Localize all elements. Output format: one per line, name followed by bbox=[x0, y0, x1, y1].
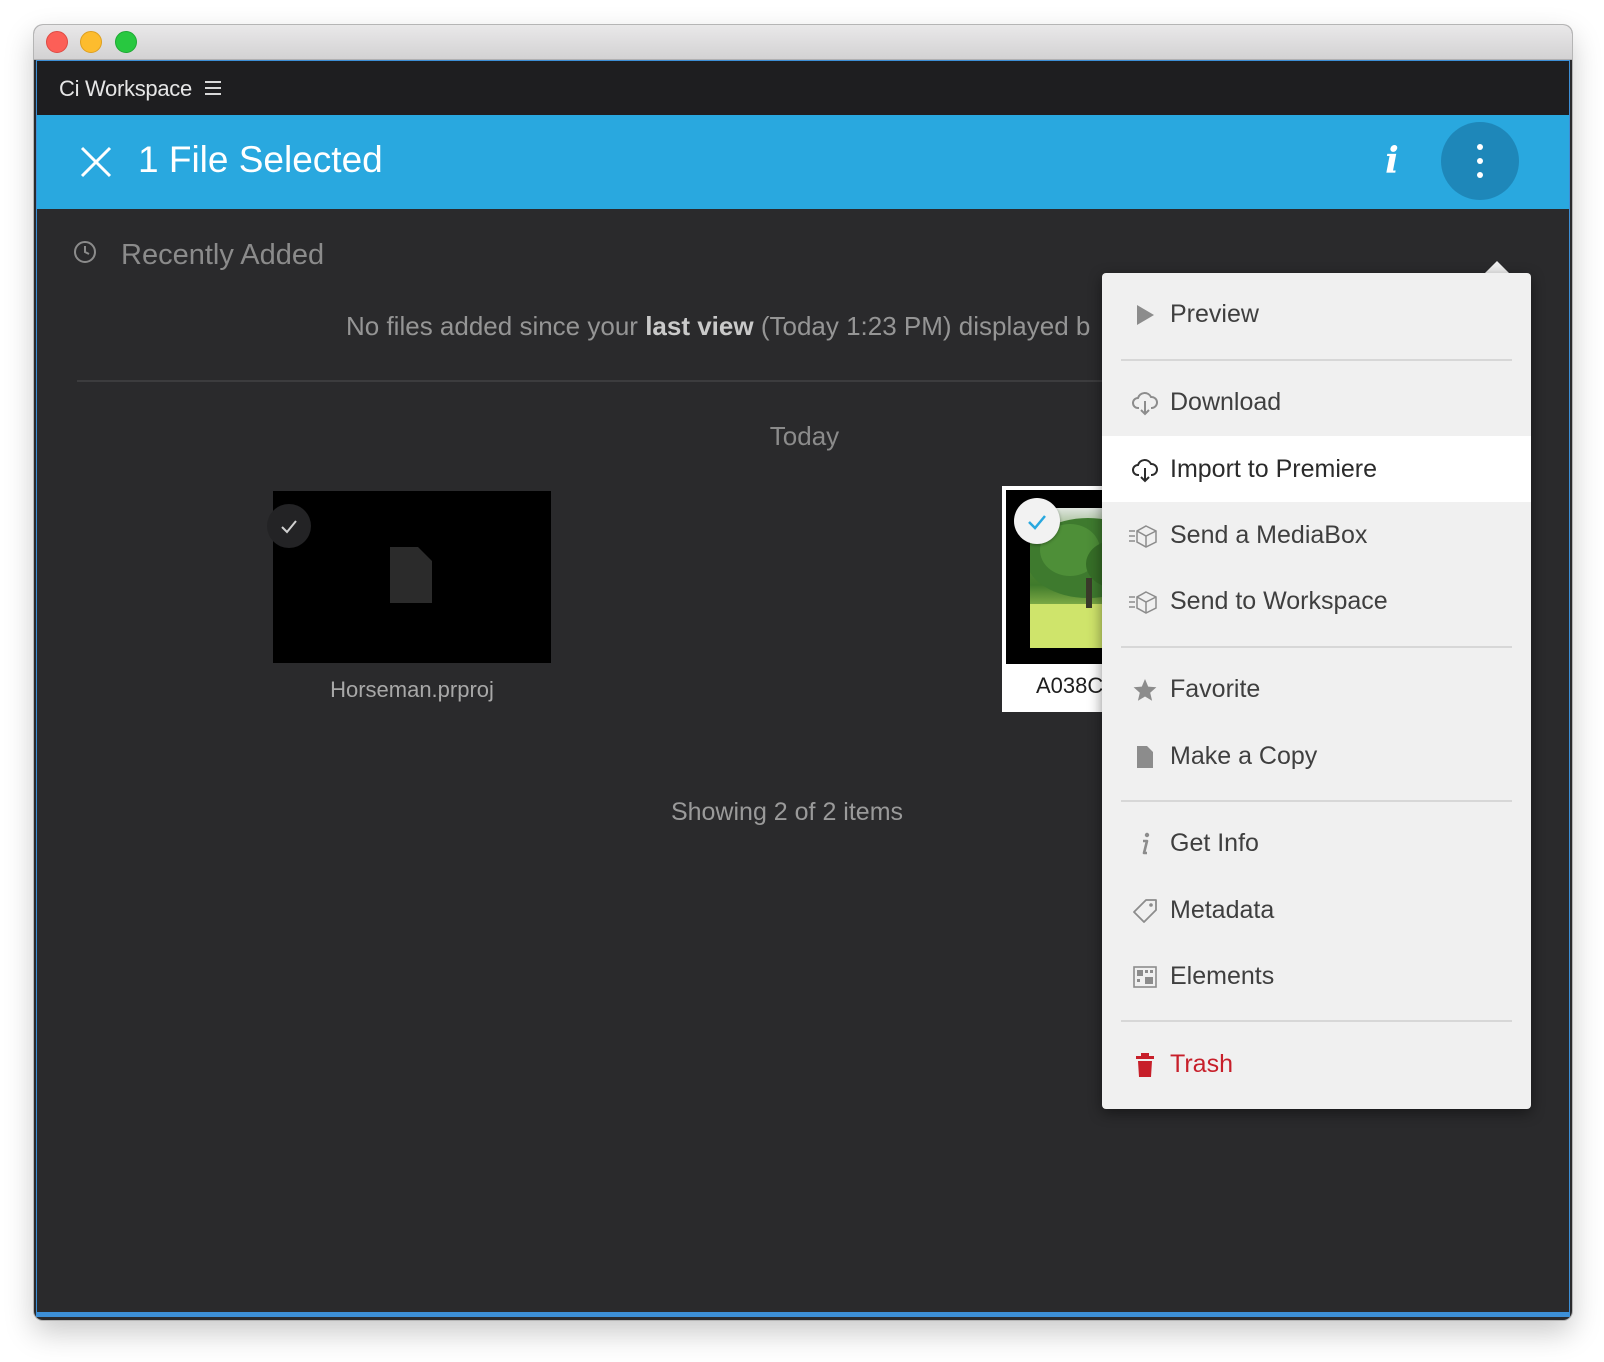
section-title: Recently Added bbox=[121, 239, 325, 271]
info-button[interactable]: i bbox=[1372, 137, 1412, 185]
star-icon bbox=[1133, 679, 1157, 701]
clock-icon bbox=[74, 241, 96, 263]
trash-icon bbox=[1136, 1053, 1154, 1077]
menu-item-send-mediabox[interactable]: Send a MediaBox bbox=[1102, 502, 1531, 568]
select-checkbox-checked[interactable] bbox=[1014, 498, 1060, 544]
check-icon bbox=[1028, 515, 1046, 530]
cloud-download-icon bbox=[1132, 459, 1158, 483]
menu-item-send-to-workspace[interactable]: Send to Workspace bbox=[1102, 568, 1531, 634]
menu-item-import-to-premiere[interactable]: Import to Premiere bbox=[1102, 436, 1531, 502]
menu-separator bbox=[1121, 646, 1512, 648]
file-icon bbox=[390, 547, 432, 603]
menu-pointer bbox=[1485, 261, 1509, 273]
menu-item-preview[interactable]: Preview bbox=[1102, 281, 1531, 347]
document-icon bbox=[1137, 746, 1153, 768]
menu-separator bbox=[1121, 1020, 1512, 1022]
menu-item-favorite[interactable]: Favorite bbox=[1102, 656, 1531, 722]
focus-border bbox=[37, 1312, 1569, 1316]
close-icon[interactable] bbox=[79, 145, 113, 179]
elements-grid-icon bbox=[1133, 966, 1157, 988]
cloud-download-icon bbox=[1132, 392, 1158, 416]
menu-item-metadata[interactable]: Metadata bbox=[1102, 877, 1531, 943]
no-files-message: No files added since your last view (Tod… bbox=[346, 311, 1091, 341]
window-maximize-button[interactable] bbox=[115, 31, 137, 53]
menu-separator bbox=[1121, 359, 1512, 361]
check-icon bbox=[281, 520, 297, 534]
menu-item-download[interactable]: Download bbox=[1102, 369, 1531, 435]
window-close-button[interactable] bbox=[46, 31, 68, 53]
file-name[interactable]: A038C bbox=[1036, 673, 1103, 699]
selection-bar: 1 File Selected i bbox=[37, 115, 1569, 209]
play-icon bbox=[1137, 305, 1154, 325]
app-title: Ci Workspace bbox=[59, 76, 192, 101]
selection-title: 1 File Selected bbox=[138, 139, 383, 180]
window-minimize-button[interactable] bbox=[80, 31, 102, 53]
group-label: Today bbox=[769, 421, 840, 451]
file-thumbnail[interactable] bbox=[273, 491, 551, 663]
file-name[interactable]: Horseman.prproj bbox=[273, 677, 551, 703]
info-icon bbox=[1142, 832, 1150, 855]
window-titlebar[interactable] bbox=[34, 25, 1572, 60]
item-count: Showing 2 of 2 items bbox=[670, 798, 904, 826]
menu-separator bbox=[1121, 800, 1512, 802]
app-header: Ci Workspace bbox=[37, 61, 1569, 115]
hamburger-menu-icon[interactable] bbox=[205, 81, 221, 95]
menu-item-trash[interactable]: Trash bbox=[1102, 1031, 1531, 1097]
tag-icon bbox=[1133, 899, 1157, 923]
app-content: Ci Workspace 1 File Selected i Recently … bbox=[36, 60, 1570, 1317]
menu-item-make-copy[interactable]: Make a Copy bbox=[1102, 723, 1531, 789]
menu-item-get-info[interactable]: Get Info bbox=[1102, 810, 1531, 876]
more-options-button[interactable] bbox=[1441, 122, 1519, 200]
mediabox-icon bbox=[1129, 591, 1157, 614]
divider bbox=[77, 380, 1177, 382]
app-window: Ci Workspace 1 File Selected i Recently … bbox=[34, 25, 1572, 1320]
context-menu: Preview Download Import to Premiere Send… bbox=[1102, 273, 1531, 1109]
select-checkbox[interactable] bbox=[267, 504, 311, 548]
mediabox-icon bbox=[1129, 525, 1157, 548]
menu-item-elements[interactable]: Elements bbox=[1102, 943, 1531, 1009]
